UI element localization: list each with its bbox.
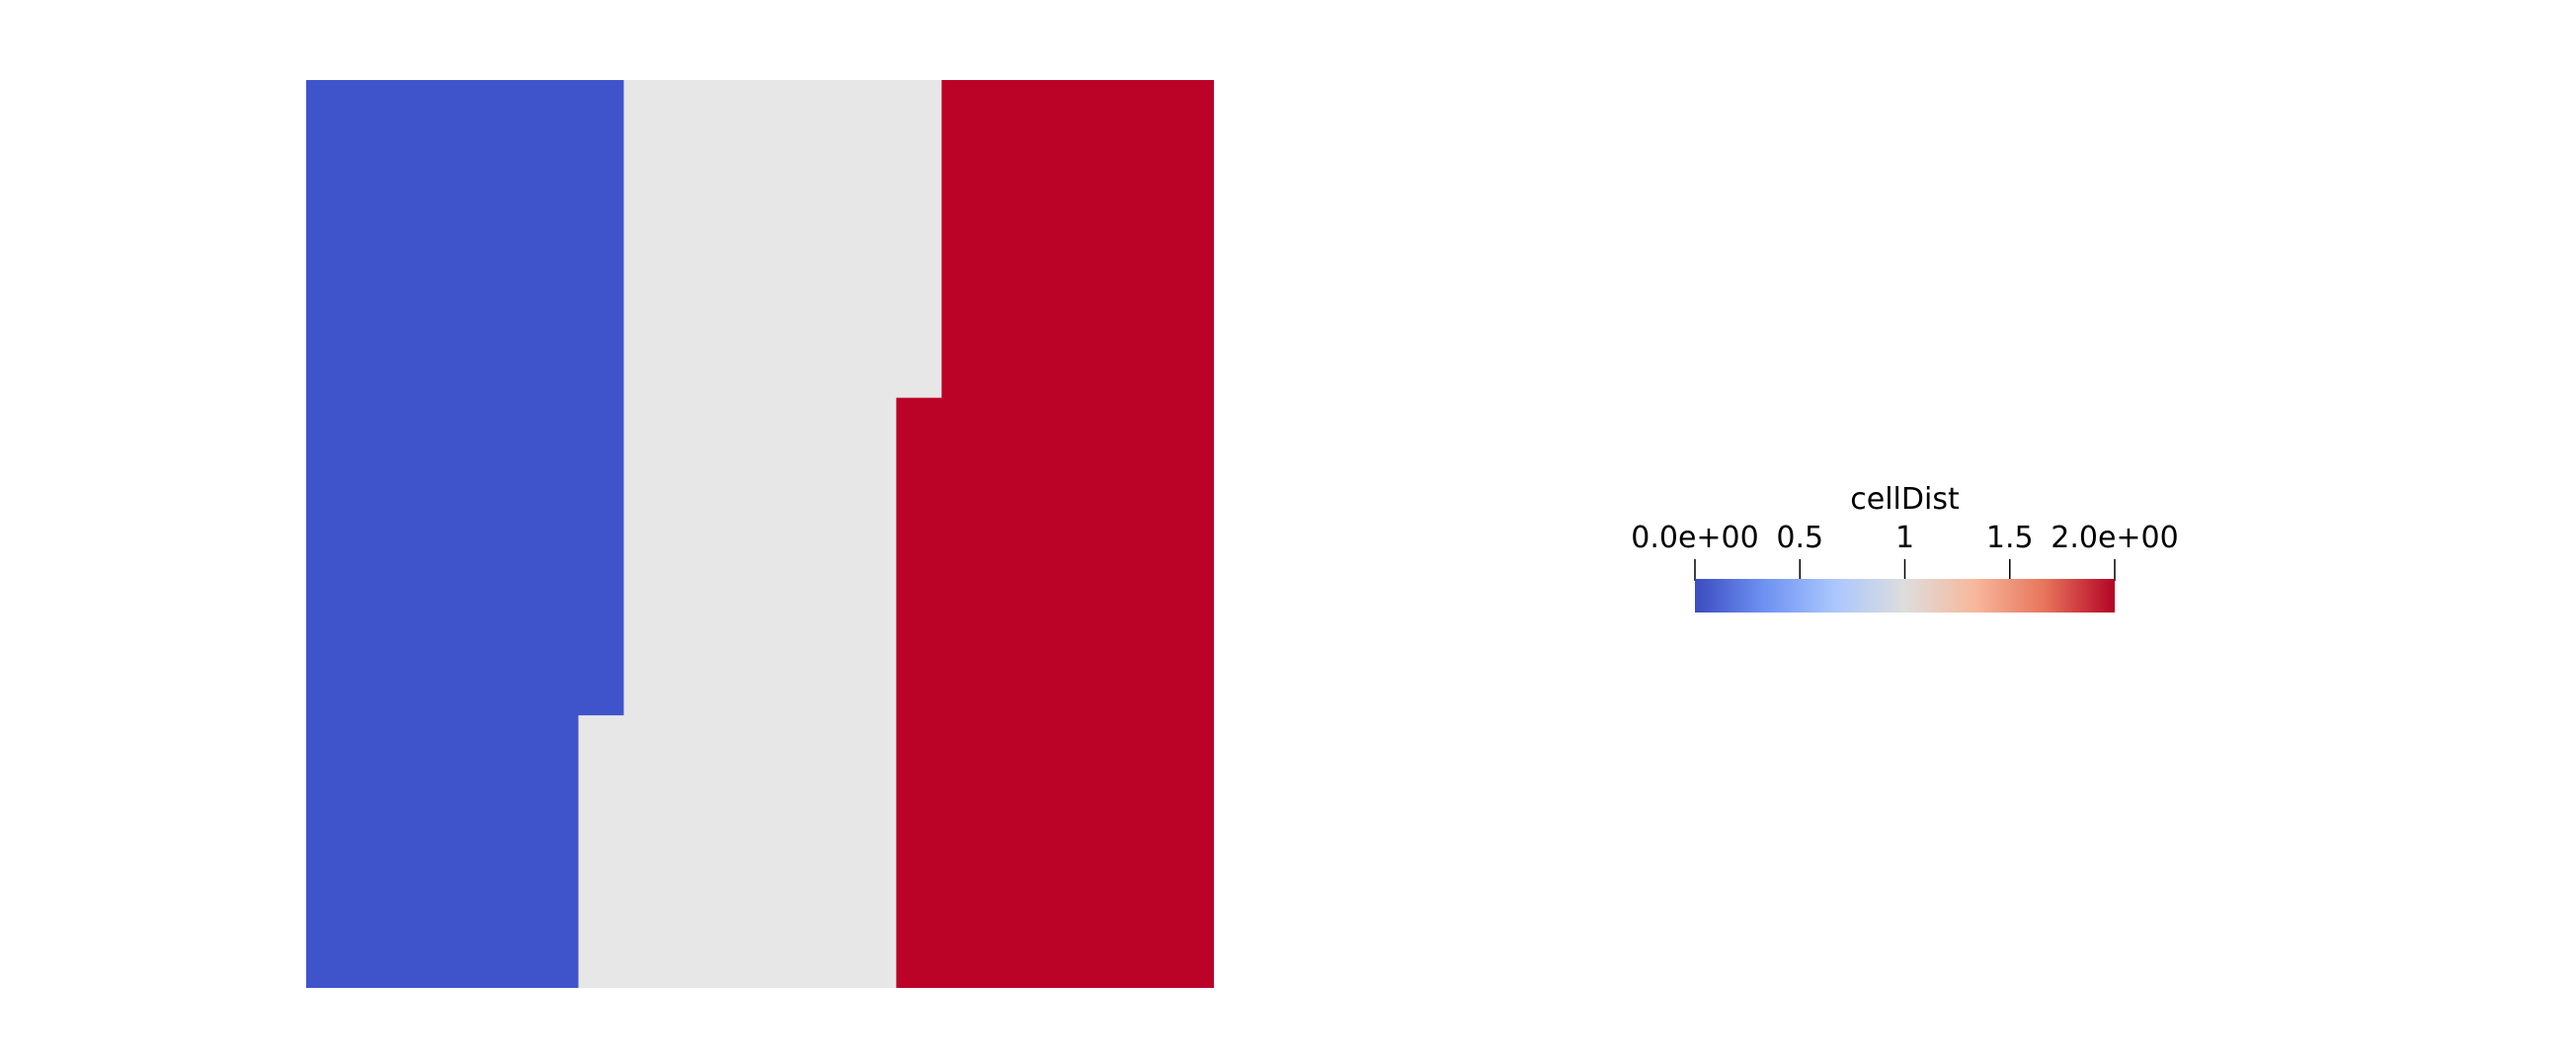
colorbar-tick-0-label: 0.0e+00	[1631, 521, 1758, 555]
colorbar-tick-2-label: 2.0e+00	[2051, 521, 2178, 555]
colorbar-tick-1-5-label: 1.5	[1986, 521, 2034, 555]
colorbar-tick-0-5-label: 0.5	[1776, 521, 1823, 555]
colorbar-ticks: 0.0e+00 0.5 1 1.5 2.0e+00	[1631, 521, 2179, 581]
region-cell-dist-0	[306, 80, 624, 988]
domain-mesh	[306, 80, 1214, 988]
color-legend: cellDist 0.0e+00 0.5 1 1.5 2.0e+00	[1631, 482, 2179, 613]
colorbar-title: cellDist	[1850, 482, 1960, 517]
render-view: cellDist 0.0e+00 0.5 1 1.5 2.0e+00	[306, 80, 2179, 988]
region-cell-dist-2	[896, 80, 1214, 988]
region-cell-dist-1	[578, 80, 942, 988]
colorbar-tick-1-label: 1	[1895, 521, 1914, 555]
colorbar-gradient	[1695, 579, 2115, 613]
